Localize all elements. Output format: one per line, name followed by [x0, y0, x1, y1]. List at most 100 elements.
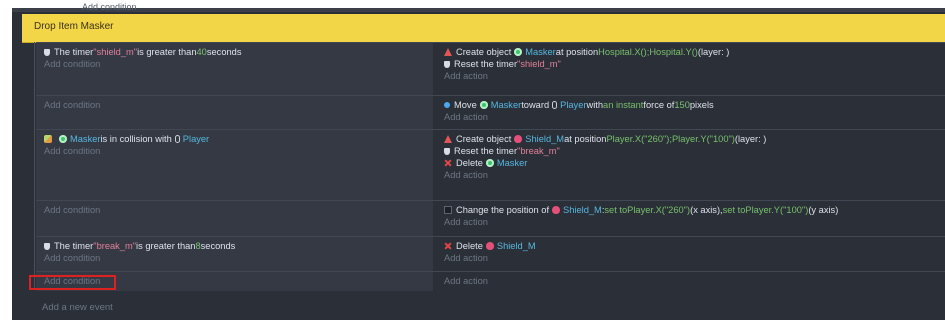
collapsed-row: Add condition: [12, 2, 945, 12]
add-action-button[interactable]: Add action: [444, 111, 488, 123]
masker-object-icon: [479, 101, 488, 109]
player-object-icon: [174, 135, 180, 143]
action-text-segment: "shield_m": [517, 59, 561, 69]
action-text-segment: at position: [555, 47, 599, 57]
action-text-segment: (layer: ): [734, 134, 767, 144]
actions-column: Delete Shield_M Add action: [436, 237, 945, 272]
create-icon: [444, 135, 452, 143]
shield-object-icon: [552, 206, 561, 214]
condition-row[interactable]: Masker is in collision with Player: [44, 133, 209, 145]
action-text-segment: an instant: [603, 100, 644, 110]
action-text-segment: Reset the timer: [454, 59, 518, 69]
add-action-button[interactable]: Add action: [444, 275, 488, 287]
action-text-segment: at position: [564, 134, 607, 144]
condition-text-segment: seconds: [200, 241, 236, 251]
action-text-segment: Create object: [456, 134, 512, 144]
condition-text-segment: The timer: [54, 47, 94, 57]
action-row[interactable]: Delete Masker: [444, 157, 527, 169]
action-text-segment: Player.X("260"): [627, 205, 691, 215]
add-action-button[interactable]: Add action: [444, 216, 488, 228]
collision-icon: [44, 135, 52, 143]
action-text-segment: Player: [560, 100, 587, 110]
condition-row[interactable]: The timer "shield_m" is greater than 40 …: [44, 46, 242, 58]
action-text-segment: set to: [604, 205, 628, 215]
add-condition-button[interactable]: Add condition: [44, 252, 100, 264]
condition-text-segment: is greater than: [136, 241, 196, 251]
add-action-button[interactable]: Add action: [444, 252, 488, 264]
conditions-column: The timer "shield_m" is greater than 40 …: [36, 43, 433, 96]
condition-row[interactable]: The timer "break_m" is greater than 8 se…: [44, 240, 235, 252]
timer-icon: [444, 60, 450, 68]
actions-column: Create object Masker at position Hospita…: [436, 43, 945, 96]
action-row[interactable]: Change the position of Shield_M: set to …: [444, 204, 838, 216]
tree-line: [34, 42, 35, 290]
masker-object-icon: [514, 48, 523, 56]
action-text-segment: Masker: [525, 47, 556, 57]
add-condition-button[interactable]: Add condition: [44, 58, 100, 70]
action-text-segment: Reset the timer: [454, 146, 518, 156]
add-condition-button[interactable]: Add condition: [44, 204, 100, 216]
create-icon: [444, 48, 452, 56]
action-row[interactable]: Reset the timer "shield_m": [444, 58, 561, 70]
conditions-column: Masker is in collision with Player Add co…: [36, 130, 433, 201]
add-action-button[interactable]: Add action: [444, 70, 488, 82]
action-text-segment: Shield_M: [496, 241, 536, 251]
action-text-segment: Create object: [456, 47, 512, 57]
add-event-link[interactable]: Add a new event: [42, 302, 113, 313]
add-condition-button[interactable]: Add condition: [44, 145, 100, 157]
condition-text-segment: is in collision with: [100, 134, 172, 144]
condition-text-segment: Add condition: [44, 59, 101, 69]
action-text-segment: Move: [454, 100, 477, 110]
collapsed-row-label: Add condition: [82, 2, 137, 12]
action-text-segment: (layer: ): [697, 47, 730, 57]
action-text-segment: force of: [643, 100, 675, 110]
action-row[interactable]: Delete Shield_M: [444, 240, 536, 252]
event-row: Add condition Move Masker toward Player w…: [36, 95, 945, 130]
delete-icon: [444, 159, 452, 167]
condition-text-segment: Add condition: [44, 205, 101, 215]
condition-text-segment: Masker: [70, 134, 101, 144]
event-row: The timer "break_m" is greater than 8 se…: [36, 236, 945, 272]
action-text-segment: Shield_M: [525, 134, 565, 144]
action-row[interactable]: Reset the timer "break_m": [444, 145, 560, 157]
action-text-segment: set to: [722, 205, 746, 215]
action-text-segment: (x axis),: [690, 205, 723, 215]
event-sheet: Add condition Drop Item Masker The timer…: [12, 2, 945, 320]
timer-icon: [444, 147, 450, 155]
actions-column: Move Masker toward Player with an instan…: [436, 96, 945, 130]
action-text-segment: Delete: [456, 241, 483, 251]
action-text-segment: Player.X("260");Player.Y("100"): [606, 134, 735, 144]
action-text-segment: Change the position of: [456, 205, 550, 215]
conditions-column: The timer "break_m" is greater than 8 se…: [36, 237, 433, 272]
move-icon: [444, 102, 450, 108]
action-row[interactable]: Create object Shield_M at position Playe…: [444, 133, 766, 145]
action-text-segment: 150: [674, 100, 690, 110]
event-group-title: Drop Item Masker: [34, 21, 114, 32]
action-text-segment: (y axis): [808, 205, 839, 215]
actions-column: Add action: [436, 272, 945, 291]
event-group-header[interactable]: Drop Item Masker: [22, 14, 945, 43]
action-row[interactable]: Create object Masker at position Hospita…: [444, 46, 729, 58]
conditions-column: Add condition: [36, 96, 433, 130]
action-text-segment: Add action: [444, 276, 488, 286]
masker-object-icon: [485, 159, 494, 167]
add-condition-button[interactable]: Add condition: [44, 99, 100, 111]
action-text-segment: Player.Y("100"): [745, 205, 809, 215]
action-text-segment: Add action: [444, 112, 488, 122]
actions-column: Create object Shield_M at position Playe…: [436, 130, 945, 201]
action-text-segment: Shield_M: [563, 205, 602, 215]
delete-icon: [444, 242, 452, 250]
selection-highlight: [29, 275, 116, 290]
actions-column: Change the position of Shield_M: set to …: [436, 201, 945, 237]
masker-object-icon: [59, 135, 67, 143]
condition-text-segment: Add condition: [44, 146, 101, 156]
add-action-button[interactable]: Add action: [444, 169, 488, 181]
action-text-segment: Add action: [444, 170, 488, 180]
shield-object-icon: [514, 135, 523, 143]
action-row[interactable]: Move Masker toward Player with an instan…: [444, 99, 714, 111]
player-object-icon: [552, 101, 558, 109]
action-text-segment: toward: [521, 100, 550, 110]
action-text-segment: Delete: [456, 158, 483, 168]
condition-text-segment: "break_m": [93, 241, 137, 251]
condition-text-segment: Add condition: [44, 100, 101, 110]
